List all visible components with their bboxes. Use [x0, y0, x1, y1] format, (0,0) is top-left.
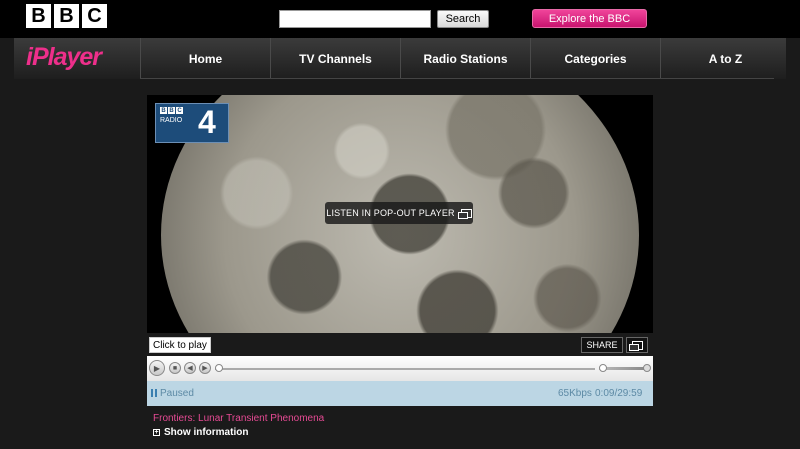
fast-forward-button[interactable]: ▶ [199, 362, 211, 374]
popout-player-button[interactable] [626, 337, 648, 353]
iplayer-logo[interactable]: iPlayer [26, 43, 102, 72]
nav-item-radio-stations[interactable]: Radio Stations [400, 38, 530, 79]
player-artwork[interactable]: BBC RADIO 4 LISTEN IN POP-OUT PLAYER [147, 95, 653, 333]
progress-track[interactable] [215, 368, 595, 370]
nav-items: Home TV Channels Radio Stations Categori… [140, 38, 790, 79]
rewind-button[interactable]: ◀ [184, 362, 196, 374]
playback-time: 0:09/29:59 [595, 388, 643, 399]
click-to-play-tooltip: Click to play [149, 337, 211, 353]
nav-item-categories[interactable]: Categories [530, 38, 660, 79]
search-button[interactable]: Search [437, 10, 489, 28]
bbc-logo-letter: C [82, 4, 107, 28]
bbc-logo[interactable]: B B C [26, 4, 107, 28]
nav-item-home[interactable]: Home [140, 38, 270, 79]
listen-in-popout-player-button[interactable]: LISTEN IN POP-OUT PLAYER [325, 202, 473, 224]
episode-title[interactable]: Frontiers: Lunar Transient Phenomena [153, 413, 324, 424]
show-information-toggle[interactable]: + Show information [153, 427, 248, 438]
popout-overlay-label: LISTEN IN POP-OUT PLAYER [326, 208, 455, 218]
play-button[interactable]: ▶ [149, 360, 165, 376]
playback-controls: ▶ ■ ◀ ▶ [147, 356, 653, 381]
playback-status: Paused [160, 388, 194, 399]
bbc-top-bar: B B C Search Explore the BBC [0, 0, 800, 38]
stop-button[interactable]: ■ [169, 362, 181, 374]
progress-handle[interactable] [214, 364, 223, 372]
volume-max-icon [643, 364, 651, 372]
explore-the-bbc-button[interactable]: Explore the BBC [532, 9, 647, 28]
iplayer-nav-bar: iPlayer Home TV Channels Radio Stations … [14, 38, 786, 79]
volume-handle[interactable] [599, 364, 607, 372]
bbc-logo-letter: B [54, 4, 79, 28]
player-status-bar: Paused 65Kbps 0:09/29:59 [147, 381, 653, 406]
bitrate: 65Kbps [558, 388, 592, 399]
bbc-radio-4-logo: BBC RADIO 4 [155, 103, 229, 143]
search-input[interactable] [279, 10, 431, 28]
nav-divider [140, 78, 774, 79]
media-player: BBC RADIO 4 LISTEN IN POP-OUT PLAYER Cli… [147, 95, 653, 406]
nav-item-tv-channels[interactable]: TV Channels [270, 38, 400, 79]
show-information-label: Show information [164, 427, 249, 438]
pause-icon [151, 389, 158, 397]
plus-icon: + [153, 429, 160, 436]
popout-icon [457, 208, 472, 219]
radio-label: RADIO [160, 117, 183, 124]
popout-icon [628, 340, 643, 351]
nav-item-a-to-z[interactable]: A to Z [660, 38, 790, 79]
share-button[interactable]: SHARE [581, 337, 623, 353]
bbc-logo-letter: B [26, 4, 51, 28]
station-number: 4 [198, 104, 216, 140]
player-top-strip [147, 333, 653, 356]
